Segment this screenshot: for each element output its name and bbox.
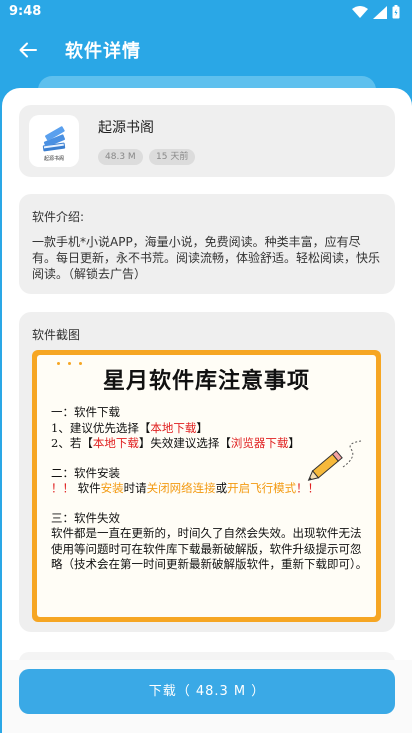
screenshots-card: 软件截图 星月软件库注意事项 一：软件下载 1、建议优先选择【本地下载】 2、若… <box>19 312 395 632</box>
back-arrow-icon <box>19 42 37 58</box>
pencil-icon <box>307 440 362 481</box>
notice-section-3-heading: 三：软件失效 <box>51 510 120 525</box>
notice-expiry-text: 软件都是一直在更新的，时间久了自然会失效。出现软件无法使用等问题时可在软件库下载… <box>51 526 368 571</box>
signal-icon <box>373 5 387 19</box>
notice-panel: 星月软件库注意事项 一：软件下载 1、建议优先选择【本地下载】 2、若【本地下载… <box>37 355 376 617</box>
status-bar: 9:48 <box>0 0 412 26</box>
page-title: 软件详情 <box>65 41 141 62</box>
update-time-badge: 15 天前 <box>149 149 196 165</box>
notice-section-1-heading: 一：软件下载 <box>51 405 120 419</box>
screenshot-image[interactable]: 星月软件库注意事项 一：软件下载 1、建议优先选择【本地下载】 2、若【本地下载… <box>32 350 381 622</box>
book-stack-icon: 起源书阁 <box>32 118 76 164</box>
back-button[interactable] <box>14 36 42 64</box>
app-icon-caption: 起源书阁 <box>44 155 64 162</box>
intro-card: 软件介绍: 一款手机*小说APP，海量小说，免费阅读。种类丰富，应有尽有。每日更… <box>19 194 395 294</box>
app-icon: 起源书阁 <box>29 115 79 167</box>
notice-title: 星月软件库注意事项 <box>102 368 310 394</box>
app-info-card: 起源书阁 起源书阁 48.3 M 15 天前 <box>19 105 395 177</box>
size-badge: 48.3 M <box>98 149 143 165</box>
status-time: 9:48 <box>9 4 42 19</box>
screenshots-label: 软件截图 <box>32 328 81 342</box>
app-bar: 软件详情 <box>0 26 412 74</box>
intro-label: 软件介绍: <box>32 210 85 224</box>
notice-body: 一：软件下载 1、建议优先选择【本地下载】 2、若【本地下载】失效建议选择【浏览… <box>51 405 371 573</box>
download-button[interactable]: 下载（ 48.3 M ） <box>19 669 395 714</box>
status-icons <box>352 5 400 19</box>
app-name: 起源书阁 <box>98 120 154 136</box>
notice-install-line: ！！ 软件安装时请关闭网络连接或开启飞行模式！！ <box>51 481 320 495</box>
battery-icon <box>392 5 400 19</box>
wifi-icon <box>352 5 368 18</box>
intro-text: 一款手机*小说APP，海量小说，免费阅读。种类丰富，应有尽有。每日更新，永不书荒… <box>32 235 381 281</box>
notice-line-1: 1、建议优先选择【本地下载】 <box>51 420 208 435</box>
